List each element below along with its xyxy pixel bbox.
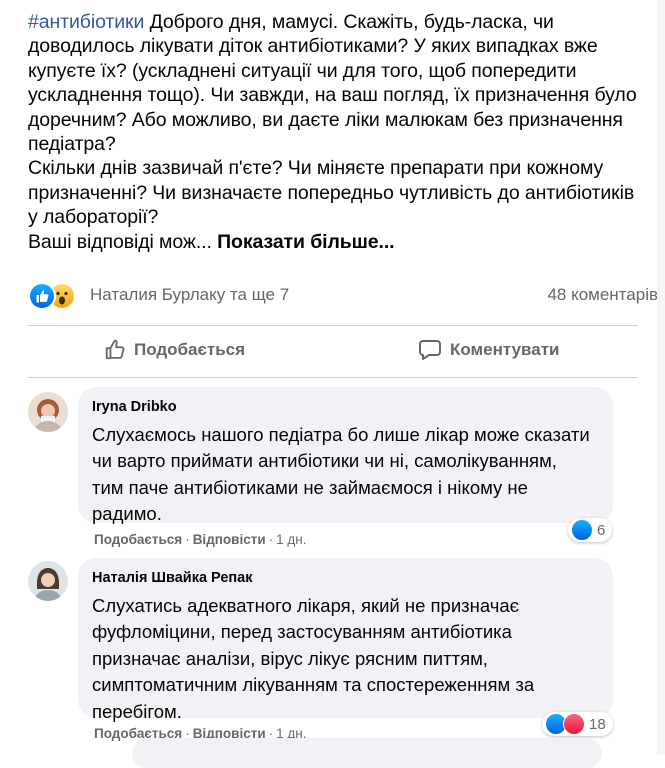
comment-author[interactable]: Наталія Швайка Репак	[92, 570, 253, 586]
post-paragraph-1: #антибіотики Доброго дня, мамусі. Скажіт…	[28, 10, 648, 156]
comments-count[interactable]: 48 коментарів	[547, 285, 658, 305]
divider	[28, 377, 638, 378]
see-more-link[interactable]: Показати більше...	[217, 231, 395, 253]
comment-button[interactable]: Коментувати	[418, 334, 560, 366]
divider	[28, 325, 638, 326]
hashtag-link[interactable]: #антибіотики	[28, 11, 144, 33]
comment-author[interactable]: Iryna Dribko	[92, 399, 177, 415]
comment-like-link[interactable]: Подобається	[94, 532, 182, 547]
reaction-icons[interactable]	[28, 281, 84, 310]
like-button-label: Подобається	[134, 340, 246, 359]
post-paragraph-2: Скільки днів зазвичай п'єте? Чи міняєте …	[28, 157, 635, 229]
reactions-summary: Наталия Бурлаку та ще 7 48 коментарів	[28, 281, 658, 310]
reaction-count: 6	[597, 521, 606, 539]
comment-text: Слухатись адекватного лікаря, який не пр…	[92, 595, 535, 722]
avatar[interactable]	[28, 392, 68, 432]
comment-meta: Подобається · Відповісти · 1 дн.	[94, 532, 307, 547]
comment-time[interactable]: 1 дн.	[276, 532, 306, 547]
avatar[interactable]	[28, 561, 68, 601]
post-text-truncated: Ваші відповіді мож...	[28, 230, 212, 253]
comment-bubble: Наталія Швайка Репак Слухатись адекватно…	[78, 558, 613, 722]
post-text: #антибіотики Доброго дня, мамусі. Скажіт…	[28, 10, 648, 254]
post-paragraph-3: Ваші відповіді мож... Показати більше...	[28, 230, 648, 254]
like-button[interactable]: Подобається	[104, 334, 245, 366]
love-reaction-icon	[563, 713, 585, 735]
like-reaction-icon	[571, 519, 593, 541]
reply-bubble-partial	[132, 738, 602, 768]
scrollbar[interactable]	[657, 0, 665, 755]
comment-text: Слухаємось нашого педіатра бо лише лікар…	[92, 424, 590, 525]
thumbs-up-icon	[105, 339, 125, 360]
reaction-names[interactable]: Наталия Бурлаку та ще 7	[90, 285, 289, 305]
comment-icon	[419, 340, 441, 360]
comment-reactions[interactable]: 18	[542, 712, 613, 736]
comment-button-label: Коментувати	[450, 340, 560, 359]
comment-reactions[interactable]: 6	[568, 518, 613, 542]
like-reaction-icon	[28, 282, 56, 310]
comment-bubble: Iryna Dribko Слухаємось нашого педіатра …	[78, 387, 613, 524]
comment-reply-link[interactable]: Відповісти	[193, 532, 266, 547]
reaction-count: 18	[589, 715, 606, 733]
